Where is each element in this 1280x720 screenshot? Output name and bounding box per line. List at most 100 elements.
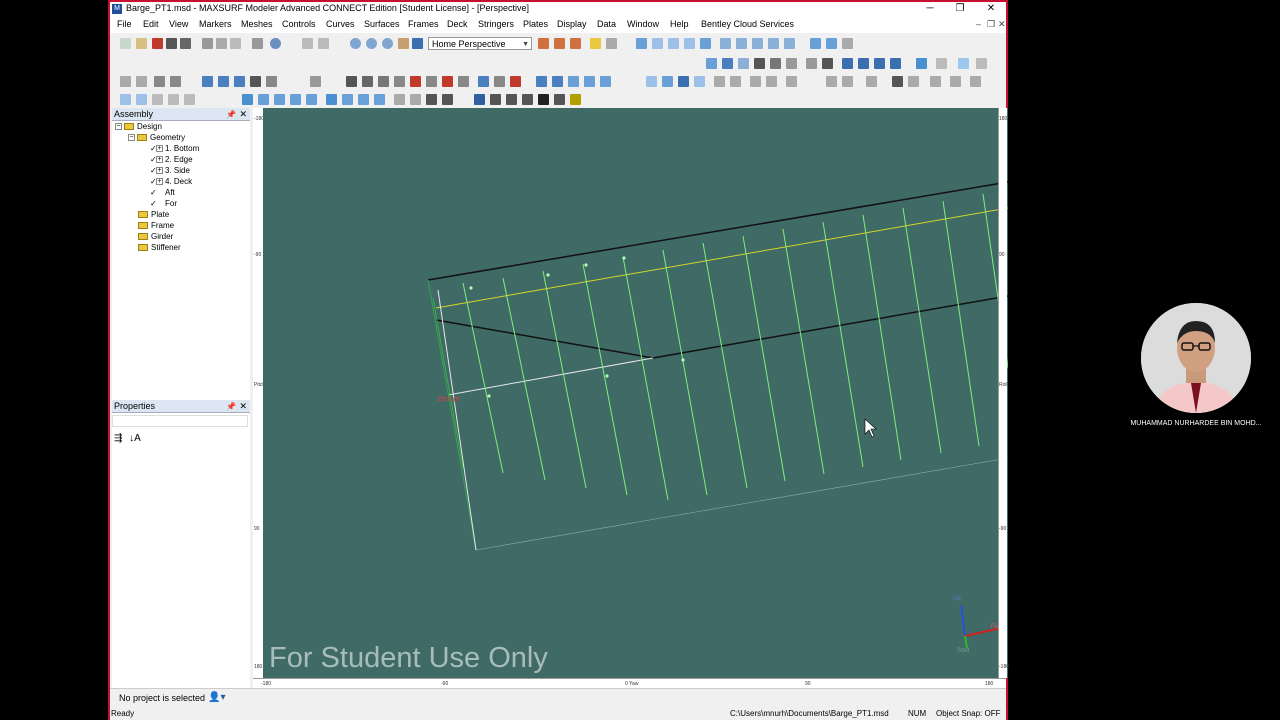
layer-tool-icon[interactable]	[568, 76, 579, 87]
marker-edit-icon[interactable]	[152, 94, 163, 105]
close-button[interactable]: ✕	[976, 2, 1006, 16]
delete-surface-icon[interactable]	[510, 76, 521, 87]
collapse-icon[interactable]: −	[115, 123, 122, 131]
box-tool-icon[interactable]	[662, 76, 673, 87]
girder-tool-icon[interactable]	[930, 76, 941, 87]
zoom-out-icon[interactable]	[366, 38, 377, 49]
tree-node-plate[interactable]: Plate	[138, 210, 169, 219]
pin-icon[interactable]: 📌	[226, 108, 236, 121]
revolve-tool-icon[interactable]	[714, 76, 725, 87]
assembly-window-icon[interactable]	[590, 38, 601, 49]
expand-icon[interactable]: +	[156, 156, 163, 164]
plate-props-icon[interactable]	[554, 94, 565, 105]
tile-icon[interactable]	[936, 58, 947, 69]
cylinder-tool-icon[interactable]	[678, 76, 689, 87]
cut-icon[interactable]	[202, 38, 213, 49]
net-icon[interactable]	[700, 38, 711, 49]
group-tool-icon[interactable]	[584, 76, 595, 87]
view-combo[interactable]: Home Perspective ▼	[428, 37, 532, 50]
filter-icon[interactable]	[826, 38, 837, 49]
tree-node-surface[interactable]: ✓+ 1. Bottom	[150, 144, 199, 153]
categorized-icon[interactable]: ⇶	[114, 433, 122, 444]
menu-stringers[interactable]: Stringers	[478, 19, 514, 29]
wireframe-icon[interactable]	[668, 38, 679, 49]
stringer-view-icon[interactable]	[426, 94, 437, 105]
arrange-icon[interactable]	[976, 58, 987, 69]
contours-icon[interactable]	[684, 38, 695, 49]
stiffener-tool-icon[interactable]	[908, 76, 919, 87]
deck-copy-icon[interactable]	[358, 94, 369, 105]
control-point-icon[interactable]	[738, 58, 749, 69]
mirror-icon[interactable]	[346, 76, 357, 87]
menu-display[interactable]: Display	[557, 19, 587, 29]
tree-node-design[interactable]: − Design	[115, 122, 162, 131]
columns-icon[interactable]	[842, 38, 853, 49]
marker-delete-icon[interactable]	[168, 94, 179, 105]
mdi-restore-button[interactable]: ❐	[987, 19, 995, 30]
close-icon[interactable]: ✕	[239, 400, 247, 413]
markers-icon[interactable]	[768, 38, 779, 49]
stringer-props-icon[interactable]	[442, 94, 453, 105]
cube-tool-icon[interactable]	[722, 58, 733, 69]
grid-icon[interactable]	[784, 38, 795, 49]
zoom-icon[interactable]	[350, 38, 361, 49]
polyline-tool-icon[interactable]	[170, 76, 181, 87]
visibility-check-icon[interactable]: ✓	[150, 188, 157, 197]
fair-tool-icon[interactable]	[842, 58, 853, 69]
stringer-tool-icon[interactable]	[866, 76, 877, 87]
stringer-edit-icon[interactable]	[410, 94, 421, 105]
blend-tool-icon[interactable]	[766, 76, 777, 87]
deck-move-icon[interactable]	[374, 94, 385, 105]
snap-edge-icon[interactable]	[218, 76, 229, 87]
print-icon[interactable]	[252, 38, 263, 49]
plate-edit-icon[interactable]	[490, 94, 501, 105]
expand-icon[interactable]: +	[156, 145, 163, 153]
mdi-close-button[interactable]: ✕	[998, 19, 1006, 30]
plate-add-icon[interactable]	[474, 94, 485, 105]
smooth-tool-icon[interactable]	[858, 58, 869, 69]
offset-curve-icon[interactable]	[426, 76, 437, 87]
ungroup-tool-icon[interactable]	[600, 76, 611, 87]
expand-icon[interactable]: +	[156, 167, 163, 175]
move-tool-icon[interactable]	[770, 58, 781, 69]
set-home-view-icon[interactable]	[554, 38, 565, 49]
deck-tool-icon[interactable]	[826, 76, 837, 87]
intersect-icon[interactable]	[378, 76, 389, 87]
maxsurf-app-icon[interactable]: M	[112, 4, 122, 14]
stringer-add-icon[interactable]	[394, 94, 405, 105]
tree-node-stiffener[interactable]: Stiffener	[138, 243, 181, 252]
project-curve-icon[interactable]	[458, 76, 469, 87]
table-icon[interactable]	[810, 38, 821, 49]
visibility-check-icon[interactable]: ✓	[150, 199, 157, 208]
refresh-icon[interactable]	[412, 38, 423, 49]
frame-copy-icon[interactable]	[274, 94, 285, 105]
frame-delete-icon[interactable]	[306, 94, 317, 105]
cross-icon[interactable]	[442, 76, 453, 87]
curvature-icon[interactable]	[874, 58, 885, 69]
undo-icon[interactable]	[302, 38, 313, 49]
bond-tool-icon[interactable]	[822, 58, 833, 69]
deck-section-icon[interactable]	[326, 94, 337, 105]
deck-add-icon[interactable]	[342, 94, 353, 105]
pan-icon[interactable]	[398, 38, 409, 49]
frames-icon[interactable]	[736, 38, 747, 49]
marker-tool-icon[interactable]	[120, 94, 131, 105]
delete-curve-icon[interactable]	[410, 76, 421, 87]
snap-point-icon[interactable]	[202, 76, 213, 87]
menu-meshes[interactable]: Meshes	[241, 19, 273, 29]
menu-view[interactable]: View	[169, 19, 188, 29]
sort-alpha-icon[interactable]: ↓A	[129, 433, 141, 444]
split-tool-icon[interactable]	[806, 58, 817, 69]
bracket-tool-icon[interactable]	[950, 76, 961, 87]
surface-tool-icon[interactable]	[706, 58, 717, 69]
zoom-extents-icon[interactable]	[382, 38, 393, 49]
offsets-icon[interactable]	[890, 58, 901, 69]
tree-node-frame[interactable]: Frame	[138, 221, 174, 230]
tree-node-plane[interactable]: ✓+Aft	[150, 188, 175, 197]
tree-node-surface[interactable]: ✓+ 3. Side	[150, 166, 190, 175]
plane-tool-icon[interactable]	[646, 76, 657, 87]
menu-surfaces[interactable]: Surfaces	[364, 19, 400, 29]
menu-frames[interactable]: Frames	[408, 19, 439, 29]
marker-list-icon[interactable]	[136, 94, 147, 105]
property-object-select[interactable]	[112, 415, 248, 427]
